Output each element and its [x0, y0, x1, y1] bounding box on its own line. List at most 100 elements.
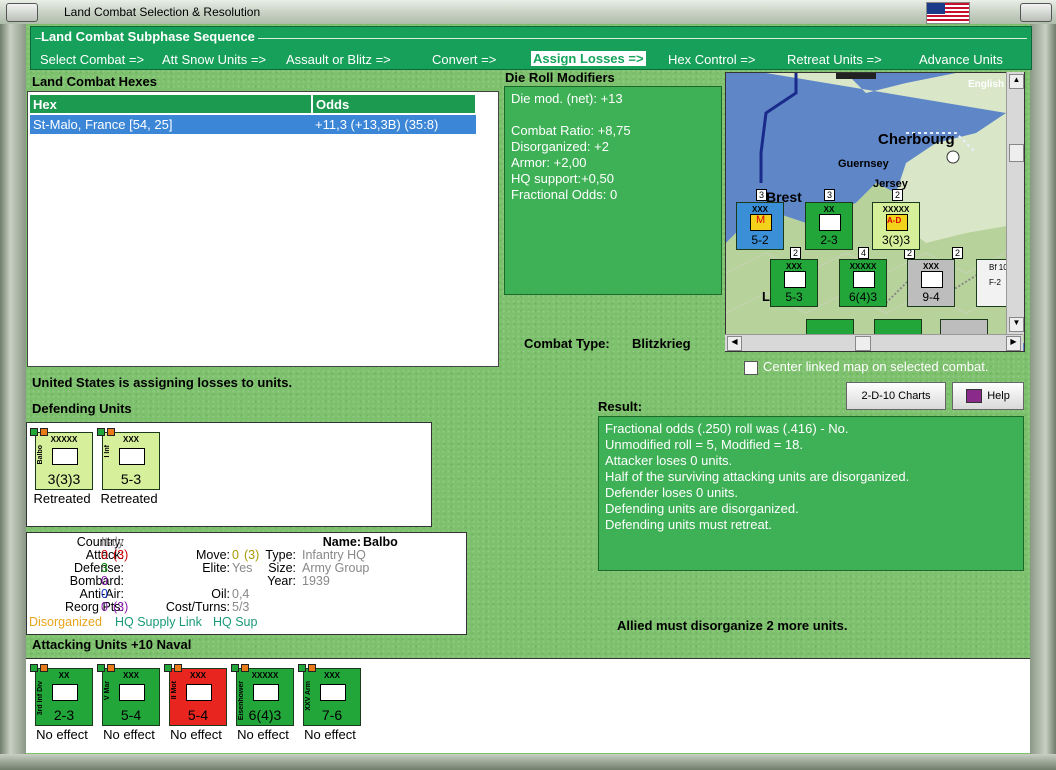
- counter-size: XXX: [922, 262, 939, 271]
- attacking-unit-counter[interactable]: XXX II Mot 5-4: [164, 664, 227, 726]
- hex-table: Hex Odds St-Malo, France [54, 25] +11,3 …: [27, 91, 499, 367]
- center-map-label: Center linked map on selected combat.: [763, 359, 989, 374]
- help-label: Help: [987, 390, 1010, 402]
- scroll-up-icon[interactable]: ▲: [1009, 74, 1024, 89]
- defending-unit-counter[interactable]: XXX I Inf 5-3: [97, 428, 160, 490]
- counter-size: XXX: [751, 205, 768, 214]
- center-map-checkbox[interactable]: [744, 361, 758, 375]
- linked-map[interactable]: English Cherbourg Guernsey Jersey Brest …: [725, 72, 1025, 352]
- step-assign-losses[interactable]: Assign Losses =>: [531, 51, 646, 66]
- result-line: Attacker loses 0 units.: [605, 453, 733, 468]
- counter-size: XXX: [122, 671, 139, 680]
- notice-text: Allied must disorganize 2 more units.: [617, 618, 848, 633]
- move-label: Move:: [195, 548, 230, 562]
- unit-symbol: [52, 684, 78, 701]
- attacking-unit-counter[interactable]: XXX XXV Arm 7-6: [298, 664, 361, 726]
- step-select-combat[interactable]: Select Combat =>: [40, 52, 144, 67]
- defending-unit-counter[interactable]: XXXXX Balbo 3(3)3: [30, 428, 93, 490]
- table-row[interactable]: St-Malo, France [54, 25] +11,3 (+13,3B) …: [30, 115, 476, 134]
- move-original: (3): [244, 548, 260, 562]
- column-header-hex[interactable]: Hex: [29, 94, 312, 114]
- window-close-button[interactable]: [1020, 3, 1052, 22]
- counter-symbol: M: [750, 214, 772, 231]
- status-text: United States is assigning losses to uni…: [32, 375, 293, 390]
- map-counter-montgomery[interactable]: XXX M 5-2: [736, 202, 784, 250]
- unit-symbol: [186, 684, 212, 701]
- attacking-unit-counter[interactable]: XX 3rd Inf Div 2-3: [30, 664, 93, 726]
- map-vertical-scrollbar[interactable]: ▲ ▼: [1006, 72, 1024, 334]
- charts-button[interactable]: 2-D-10 Charts: [846, 382, 946, 410]
- cost-label: Cost/Turns:: [165, 600, 230, 614]
- step-retreat-units[interactable]: Retreat Units =>: [787, 52, 882, 67]
- mountain-marker: M: [756, 214, 766, 226]
- year-value: 1939: [302, 574, 330, 588]
- infantry-symbol: [819, 214, 841, 231]
- name-label: Name:: [322, 535, 361, 549]
- attacking-unit-status: No effect: [304, 727, 356, 742]
- window-frame-right: [1030, 24, 1056, 770]
- result-line: Defending units must retreat.: [605, 517, 772, 532]
- step-convert[interactable]: Convert =>: [432, 52, 496, 67]
- column-header-odds[interactable]: Odds: [312, 94, 476, 114]
- scroll-thumb[interactable]: [1009, 144, 1024, 162]
- counter-symbol: A-D: [886, 214, 908, 231]
- attacking-unit-counter[interactable]: XXXXX Eisenhower 6(4)3: [231, 664, 294, 726]
- map-counter-xxxiv-pan[interactable]: XXX 5-3: [770, 259, 818, 307]
- map-counter-air[interactable]: Bf 10 F-2: [976, 259, 1010, 307]
- land-combat-hexes-title: Land Combat Hexes: [32, 74, 157, 89]
- counter-value: F-2: [989, 278, 1001, 287]
- unit-info-panel: Country: Italy Attack: 0 (3) Defense: 3 …: [26, 532, 467, 635]
- type-label: Type:: [265, 548, 296, 562]
- counter-size: XXXXX: [251, 671, 279, 680]
- scroll-left-icon[interactable]: ◀: [727, 336, 742, 351]
- map-counter-target[interactable]: XXXXX A-D 3(3)3: [872, 202, 920, 250]
- counter-value: 3(3)3: [47, 471, 81, 487]
- window-frame-left: [0, 24, 26, 770]
- counter-value: 5-2: [751, 233, 769, 247]
- cost-value: 5/3: [232, 600, 250, 614]
- counter-name: II Mot: [171, 681, 178, 700]
- country-value: Italy: [101, 535, 124, 549]
- elite-label: Elite:: [202, 561, 230, 575]
- scroll-down-icon[interactable]: ▼: [1009, 317, 1024, 332]
- map-horizontal-scrollbar[interactable]: ◀ ▶: [725, 334, 1023, 351]
- result-line: Fractional odds (.250) roll was (.416) -…: [605, 421, 849, 436]
- attacking-unit-status: No effect: [36, 727, 88, 742]
- window-menu-button[interactable]: [6, 3, 38, 22]
- defending-unit-status: Retreated: [33, 491, 91, 506]
- attacking-unit-counter[interactable]: XXX V Mar 5-4: [97, 664, 160, 726]
- scroll-thumb[interactable]: [855, 336, 871, 351]
- drm-line: Disorganized: +2: [511, 139, 609, 154]
- unit-symbol: [119, 684, 145, 701]
- window-title: Land Combat Selection & Resolution: [64, 5, 261, 19]
- map-label-guernsey: Guernsey: [838, 158, 889, 170]
- step-hex-control[interactable]: Hex Control =>: [668, 52, 755, 67]
- bombard-value: 0: [101, 574, 108, 588]
- step-advance-units[interactable]: Advance Units: [919, 52, 1003, 67]
- scroll-right-icon[interactable]: ▶: [1006, 336, 1021, 351]
- counter-name: V Mar: [104, 681, 111, 701]
- map-counter-us[interactable]: XX 2-3: [805, 202, 853, 250]
- map-counter-eisenhower[interactable]: XXXXX 6(4)3: [839, 259, 887, 307]
- step-assault-or-blitz[interactable]: Assault or Blitz =>: [286, 52, 391, 67]
- drm-line: Combat Ratio: +8,75: [511, 123, 631, 138]
- stack-count-badge: 3: [824, 189, 836, 201]
- infantry-symbol: [784, 271, 806, 288]
- counter-value: 7-6: [321, 707, 343, 723]
- help-button[interactable]: Help: [952, 382, 1024, 410]
- defense-label: Defense:: [73, 561, 124, 575]
- unit-symbol: [320, 684, 346, 701]
- us-flag-icon: [926, 2, 970, 24]
- hq-infantry-symbol: [52, 448, 78, 465]
- drm-line: HQ support:+0,50: [511, 171, 614, 186]
- step-att-snow-units[interactable]: Att Snow Units =>: [162, 52, 266, 67]
- attacking-units-title: Attacking Units +10 Naval: [32, 637, 192, 652]
- hex-cell: St-Malo, France [54, 25]: [33, 117, 173, 132]
- counter-value: 2-3: [820, 233, 838, 247]
- map-counter-inf[interactable]: XXX 9-4: [907, 259, 955, 307]
- counter-name: I Inf: [104, 445, 111, 458]
- counter-size: XXX: [785, 262, 802, 271]
- attack-marker: A-D: [887, 216, 902, 225]
- drm-line: Die mod. (net): +13: [511, 91, 623, 106]
- flag-disorganized: Disorganized: [29, 615, 102, 629]
